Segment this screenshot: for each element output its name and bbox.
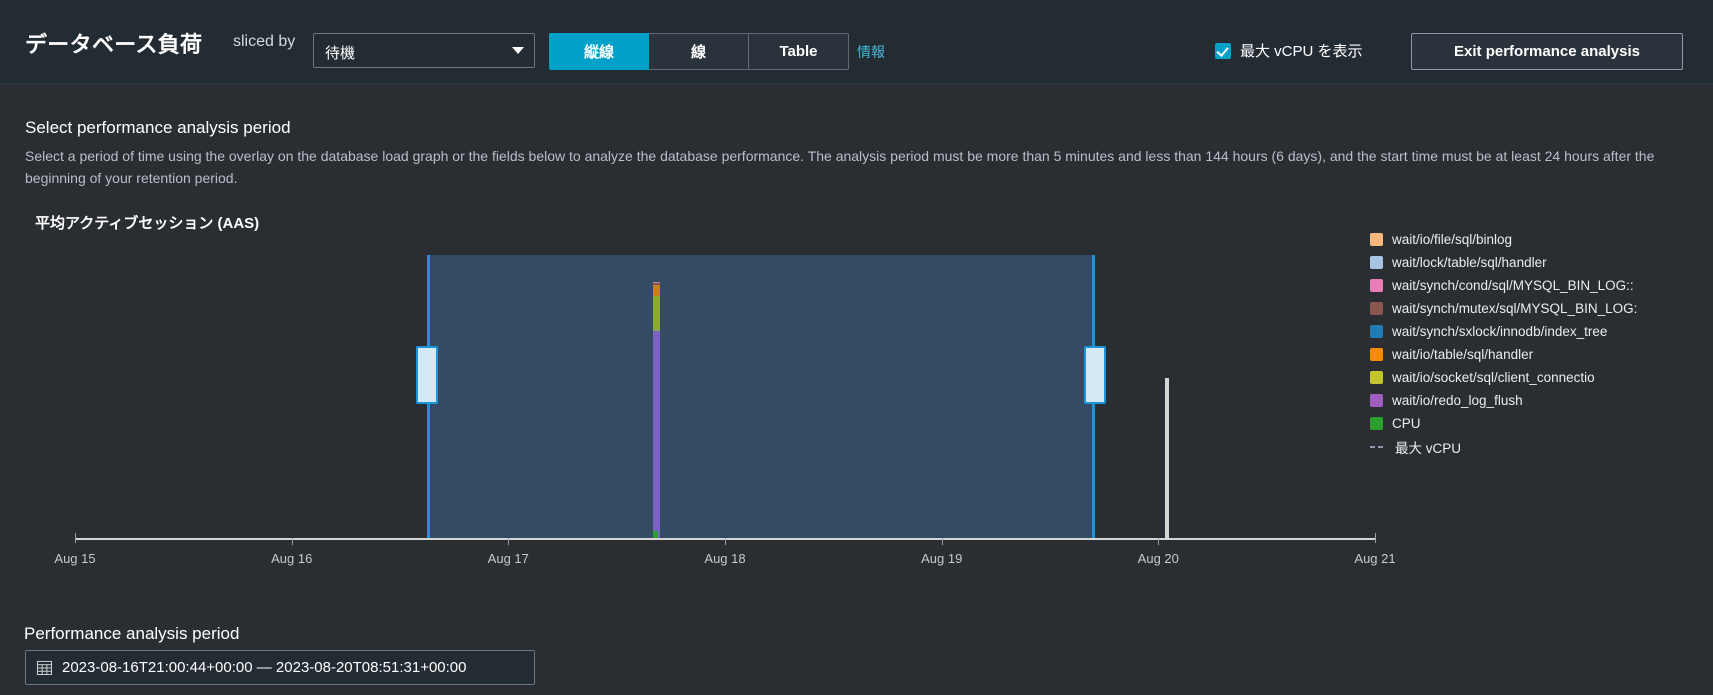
legend-color-swatch xyxy=(1370,348,1383,361)
legend-item[interactable]: wait/synch/mutex/sql/MYSQL_BIN_LOG: xyxy=(1370,297,1710,320)
performance-analysis-period-label: Performance analysis period xyxy=(24,624,240,643)
performance-analysis-page: データベース負荷 sliced by 待機 縦線 線 Table 情報 最大 v… xyxy=(0,0,1713,695)
section-heading: Select performance analysis period xyxy=(25,118,291,137)
legend-item-label: wait/synch/cond/sql/MYSQL_BIN_LOG:: xyxy=(1392,278,1634,293)
legend-color-swatch xyxy=(1370,256,1383,269)
legend-item-label: wait/io/redo_log_flush xyxy=(1392,393,1523,408)
show-max-vcpu-label: 最大 vCPU を表示 xyxy=(1240,43,1363,60)
x-axis-tick-label: Aug 19 xyxy=(921,551,963,566)
selection-handle-right[interactable] xyxy=(1084,345,1107,404)
legend-item[interactable]: wait/io/table/sql/handler xyxy=(1370,343,1710,366)
analysis-period-selection-overlay[interactable] xyxy=(426,255,1096,538)
view-mode-table-button[interactable]: Table xyxy=(749,33,849,70)
sliced-by-label: sliced by xyxy=(233,33,296,50)
x-axis-tick-label: Aug 18 xyxy=(704,551,746,566)
legend-item[interactable]: wait/synch/sxlock/innodb/index_tree xyxy=(1370,320,1710,343)
view-mode-line-button[interactable]: 線 xyxy=(649,33,749,70)
legend-item[interactable]: wait/io/socket/sql/client_connectio xyxy=(1370,366,1710,389)
calendar-icon xyxy=(37,660,52,675)
slice-by-select[interactable]: 待機 xyxy=(313,33,535,68)
x-axis-tick xyxy=(1158,538,1160,545)
x-axis-tick xyxy=(291,538,293,545)
x-axis-tick xyxy=(725,538,726,545)
legend-item-label: wait/synch/mutex/sql/MYSQL_BIN_LOG: xyxy=(1392,301,1638,316)
legend-item-label: wait/io/file/sql/binlog xyxy=(1392,232,1513,247)
legend-item[interactable]: wait/synch/cond/sql/MYSQL_BIN_LOG:: xyxy=(1370,274,1710,297)
chart-bar-segment xyxy=(652,331,660,538)
legend-item-label: wait/io/table/sql/handler xyxy=(1392,347,1534,362)
dashed-line-icon xyxy=(1370,440,1386,453)
chart-bar-segment xyxy=(652,296,660,332)
exit-performance-analysis-button[interactable]: Exit performance analysis xyxy=(1411,33,1683,70)
x-axis-tick-label: Aug 21 xyxy=(1354,551,1396,566)
x-axis-tick-label: Aug 17 xyxy=(487,551,529,566)
view-mode-vertical-bars-button[interactable]: 縦線 xyxy=(549,33,649,70)
show-max-vcpu-checkbox[interactable]: 最大 vCPU を表示 xyxy=(1215,40,1363,61)
selection-handle-left[interactable] xyxy=(415,345,438,404)
checkbox-checked-icon xyxy=(1215,42,1231,59)
legend-color-swatch xyxy=(1370,394,1383,407)
x-axis-tick xyxy=(1375,533,1376,543)
legend-color-swatch xyxy=(1370,371,1383,384)
legend-item[interactable]: wait/io/redo_log_flush xyxy=(1370,389,1710,412)
chart-bar-segment-cpu xyxy=(652,531,658,538)
performance-analysis-period-input[interactable]: 2023-08-16T21:00:44+00:00 — 2023-08-20T0… xyxy=(25,650,535,685)
chart-legend: wait/io/file/sql/binlog wait/lock/table/s… xyxy=(1370,228,1710,458)
legend-color-swatch xyxy=(1370,279,1383,292)
legend-color-swatch xyxy=(1370,233,1383,246)
legend-item-label: 最大 vCPU xyxy=(1395,440,1462,456)
performance-analysis-period-value: 2023-08-16T21:00:44+00:00 — 2023-08-20T0… xyxy=(62,659,467,676)
view-mode-toggle-group: 縦線 線 Table xyxy=(549,33,849,70)
chart-bar[interactable] xyxy=(652,281,660,538)
legend-item-max-vcpu[interactable]: 最大 vCPU xyxy=(1370,435,1710,458)
page-title: データベース負荷 xyxy=(25,32,203,57)
slice-by-select-value: 待機 xyxy=(325,45,356,62)
legend-item[interactable]: wait/io/file/sql/binlog xyxy=(1370,228,1710,251)
legend-color-swatch xyxy=(1370,302,1383,315)
chevron-down-icon xyxy=(512,47,524,54)
page-header: データベース負荷 sliced by 待機 縦線 線 Table 情報 最大 v… xyxy=(0,0,1713,84)
x-axis-tick-label: Aug 15 xyxy=(54,551,96,566)
info-link[interactable]: 情報 xyxy=(857,42,885,62)
section-description: Select a period of time using the overla… xyxy=(25,148,1655,186)
legend-item-label: wait/synch/sxlock/innodb/index_tree xyxy=(1392,324,1608,339)
x-axis-tick-label: Aug 20 xyxy=(1137,551,1179,566)
x-axis-tick-label: Aug 16 xyxy=(271,551,313,566)
x-axis-tick xyxy=(75,533,76,543)
chart-bar[interactable] xyxy=(1165,378,1170,538)
legend-item-label: CPU xyxy=(1392,416,1421,431)
legend-item[interactable]: wait/lock/table/sql/handler xyxy=(1370,251,1710,274)
x-axis-tick xyxy=(941,538,943,545)
x-axis-tick xyxy=(508,538,510,545)
chart-heading: 平均アクティブセッション (AAS) xyxy=(35,215,260,232)
chart-bar-segment xyxy=(1165,378,1170,538)
database-load-chart[interactable]: Aug 15 Aug 16 Aug 17 Aug 18 Aug 19 Aug 20 Aug … xyxy=(20,250,1396,566)
legend-item-label: wait/io/socket/sql/client_connectio xyxy=(1392,370,1595,385)
legend-item-label: wait/lock/table/sql/handler xyxy=(1392,255,1547,270)
chart-bar-segment xyxy=(652,285,660,297)
legend-color-swatch xyxy=(1370,325,1383,338)
legend-item[interactable]: CPU xyxy=(1370,412,1710,435)
legend-color-swatch xyxy=(1370,417,1383,430)
